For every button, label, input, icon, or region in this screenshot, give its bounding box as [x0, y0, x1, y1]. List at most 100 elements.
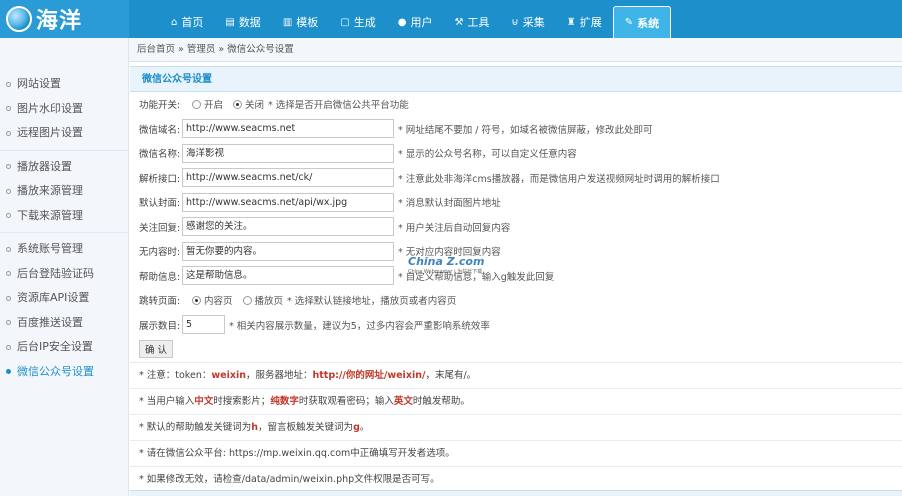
cover-input[interactable]: http://www.seacms.net/api/wx.jpg — [182, 192, 394, 212]
jump-play-radio[interactable]: 播放页 — [242, 293, 283, 307]
follow-input[interactable]: 感谢您的关注。 — [182, 217, 394, 237]
note-platform: * 请在微信公众平台: https://mp.weixin.qq.com中正确填… — [130, 439, 902, 466]
extend-icon: ♜ — [566, 16, 576, 28]
system-icon: ✎ — [624, 17, 634, 28]
count-label: 展示数目: — [139, 320, 181, 332]
bullet-icon — [6, 188, 11, 194]
note-triggers: * 默认的帮助触发关键词为h，留言板触发关键词为g。 — [130, 413, 902, 440]
note-highlight: 中文 — [194, 395, 214, 407]
note-text: ，服务器地址： — [245, 369, 313, 381]
logo-swirl-icon — [6, 6, 32, 32]
radio-circle-icon — [192, 99, 201, 109]
sidebar-item-label: 网站设置 — [17, 77, 61, 90]
sidebar-item-label: 后台IP安全设置 — [17, 340, 93, 353]
cover-label: 默认封面: — [139, 198, 181, 210]
nav-item-label: 工具 — [467, 16, 490, 29]
sidebar-item[interactable]: 播放器设置 — [0, 155, 128, 180]
sidebar-item-label: 后台登陆验证码 — [17, 266, 94, 280]
note-text: 时获取观看密码；输入 — [298, 395, 394, 407]
sidebar-group-player: 播放器设置播放来源管理 下载来源管理 — [0, 151, 128, 233]
switch-off-radio[interactable]: 关闭 — [233, 97, 264, 111]
sidebar-item[interactable]: 系统账号管理 — [0, 237, 128, 262]
watermark: China Z.com China Webmaster | 为站长下载 — [408, 255, 484, 275]
main-panel: 微信公众号设置 功能开关: 开启 关闭 * 选择是否开启微信公共平台功能 微信域… — [130, 66, 902, 496]
help-input[interactable]: 这是帮助信息。 — [182, 266, 394, 286]
note-highlight: 纯数字 — [270, 395, 299, 407]
collect-icon: ⊍ — [511, 16, 519, 28]
bullet-icon — [6, 369, 11, 374]
bullet-icon — [6, 344, 11, 350]
sidebar-item-label: 远程图片设置 — [17, 126, 83, 139]
sidebar-item[interactable]: 远程图片设置 — [0, 121, 128, 146]
sidebar-item[interactable]: 网站设置 — [0, 72, 128, 97]
nav-item-label: 首页 — [181, 16, 204, 29]
name-hint: * 显示的公众号名称，可以自定义任意内容 — [398, 149, 577, 161]
logo[interactable]: 海洋 — [0, 0, 129, 38]
sidebar-item[interactable]: 下载来源管理 — [0, 204, 128, 229]
nav-item-data[interactable]: ▤ 数据 — [214, 6, 271, 38]
name-label: 微信名称: — [139, 149, 181, 161]
nocontent-label: 无内容时: — [139, 247, 181, 259]
sidebar-item-label: 微信公众号设置 — [17, 364, 94, 378]
main-nav: ⌂ 首页 ▤ 数据 ▥ 模板 ▢ 生成 ● 用户 ⚒ 工具 ⊍ 采集 ♜ 扩展 ✎ 系统 — [160, 0, 672, 38]
nav-item-user[interactable]: ● 用户 — [387, 6, 444, 38]
sidebar-item[interactable]: 后台IP安全设置 — [0, 335, 128, 360]
sidebar-item[interactable]: 后台登陆验证码 — [0, 262, 128, 287]
follow-hint: * 用户关注后自动回复内容 — [398, 222, 511, 234]
bullet-icon — [6, 295, 11, 301]
nav-item-generate[interactable]: ▢ 生成 — [329, 6, 386, 38]
nav-item-label: 生成 — [353, 16, 376, 29]
nav-item-template[interactable]: ▥ 模板 — [272, 6, 329, 38]
sidebar-item[interactable]: 播放来源管理 — [0, 179, 128, 204]
sidebar-item-label: 百度推送设置 — [17, 315, 83, 329]
count-input[interactable]: 5 — [182, 315, 225, 335]
nocontent-input[interactable]: 暂无你要的内容。 — [182, 241, 394, 261]
switch-on-label: 开启 — [204, 100, 224, 112]
switch-on-radio[interactable]: 开启 — [192, 97, 223, 111]
nav-item-collect[interactable]: ⊍ 采集 — [500, 6, 555, 38]
submit-button[interactable]: 确 认 — [139, 340, 174, 359]
note-text: ，末尾有/。 — [425, 369, 477, 381]
note-highlight: weixin — [211, 369, 246, 381]
nav-item-tool[interactable]: ⚒ 工具 — [443, 6, 500, 38]
note-text: 。 — [359, 421, 370, 433]
sidebar-item[interactable]: 微信公众号设置 — [0, 360, 128, 385]
sidebar-item[interactable]: 百度推送设置 — [0, 311, 128, 336]
watermark-sub: China Webmaster | 为站长下载 — [408, 269, 483, 275]
top-bar: 海洋 ⌂ 首页 ▤ 数据 ▥ 模板 ▢ 生成 ● 用户 ⚒ 工具 ⊍ 采集 ♜ 扩展 ✎ 系统 — [0, 0, 902, 38]
section-title: 微信公众号设置 — [130, 66, 902, 92]
follow-label: 关注回复: — [139, 222, 181, 234]
domain-input[interactable]: http://www.seacms.net — [182, 119, 394, 139]
note-permission: * 如果修改无效，请检查/data/admin/weixin.php文件权限是否… — [130, 465, 902, 492]
nav-item-system[interactable]: ✎ 系统 — [612, 6, 672, 38]
help-label: 帮助信息: — [139, 271, 181, 283]
nav-item-home[interactable]: ⌂ 首页 — [160, 6, 214, 38]
cover-hint: * 消息默认封面图片地址 — [398, 198, 501, 210]
bullet-icon — [6, 271, 11, 276]
bullet-icon — [6, 320, 11, 325]
sidebar-item-label: 播放来源管理 — [17, 184, 83, 197]
jump-label: 跳转页面: — [139, 296, 181, 308]
domain-hint: * 网址结尾不要加 / 符号，如域名被微信屏蔽，修改此处即可 — [398, 124, 653, 136]
data-icon: ▤ — [225, 16, 235, 28]
note-text: 时触发帮助。 — [412, 395, 470, 407]
radio-checked-icon — [233, 99, 243, 109]
sidebar-item[interactable]: 资源库API设置 — [0, 286, 128, 311]
tool-icon: ⚒ — [454, 16, 464, 28]
note-text: * 当用户输入 — [139, 395, 195, 407]
template-icon: ▥ — [282, 16, 293, 28]
sidebar-item-label: 图片水印设置 — [17, 101, 83, 115]
switch-hint: * 选择是否开启微信公共平台功能 — [268, 100, 409, 112]
jump-content-radio[interactable]: 内容页 — [192, 293, 233, 307]
name-input[interactable]: 海洋影视 — [182, 143, 394, 163]
nav-item-label: 系统 — [637, 16, 660, 30]
sidebar-group-site: 网站设置图片水印设置 远程图片设置 — [0, 68, 128, 151]
sidebar-item[interactable]: 图片水印设置 — [0, 97, 128, 122]
sidebar-group-system: 系统账号管理后台登陆验证码资源库API设置百度推送设置 后台IP安全设置 微信公众号… — [0, 233, 128, 388]
watermark-main: China Z.com — [408, 255, 485, 268]
parser-row: 解析接口: http://www.seacms.net/ck/ * 注意此处非海… — [130, 166, 902, 191]
nav-item-extend[interactable]: ♜ 扩展 — [556, 6, 613, 38]
count-row: 展示数目: 5 * 相关内容展示数量，建议为5，过多内容会严重影响系统效率 — [130, 313, 902, 338]
sidebar-item-label: 下载来源管理 — [17, 208, 83, 222]
parser-input[interactable]: http://www.seacms.net/ck/ — [182, 168, 394, 188]
